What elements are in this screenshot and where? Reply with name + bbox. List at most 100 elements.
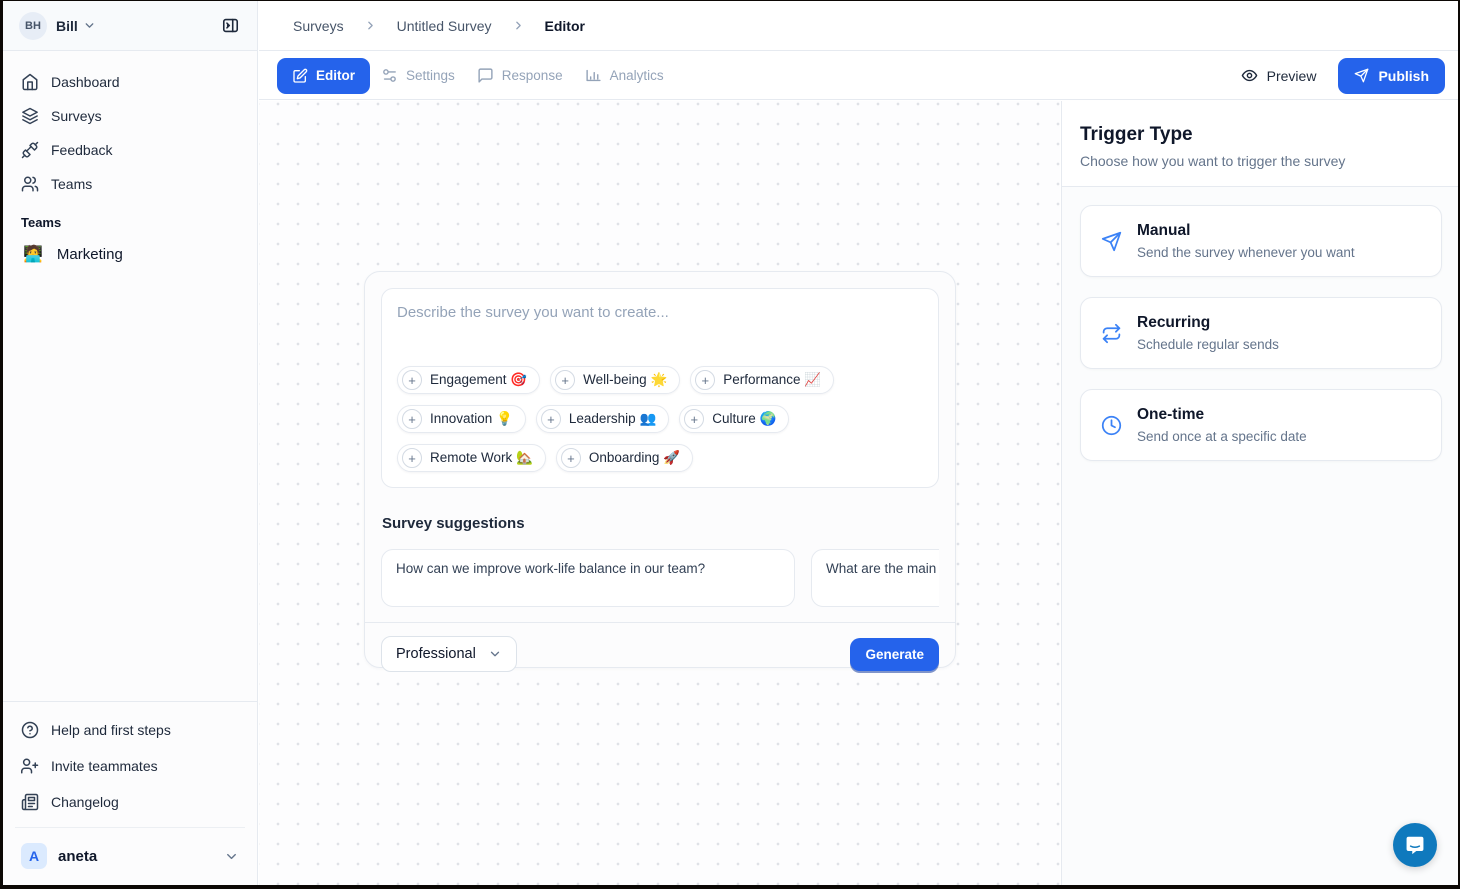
topic-chip-performance[interactable]: + Performance 📈 <box>690 366 834 394</box>
topic-chip-innovation[interactable]: + Innovation 💡 <box>397 405 526 433</box>
publish-button[interactable]: Publish <box>1338 58 1445 94</box>
breadcrumb: Surveys Untitled Survey Editor <box>259 1 1458 51</box>
plus-icon: + <box>684 409 704 429</box>
divider <box>15 827 245 828</box>
plus-icon: + <box>402 370 422 390</box>
chip-emoji: 🏡 <box>516 450 533 465</box>
panel-title: Trigger Type <box>1080 124 1440 146</box>
send-icon <box>1101 231 1122 252</box>
trigger-options: Manual Send the survey whenever you want… <box>1062 187 1458 461</box>
option-title: Recurring <box>1137 314 1279 332</box>
option-description: Schedule regular sends <box>1137 337 1279 352</box>
tone-value: Professional <box>396 646 476 662</box>
topic-chip-leadership[interactable]: + Leadership 👥 <box>536 405 669 433</box>
trigger-option-recurring[interactable]: Recurring Schedule regular sends <box>1080 297 1442 369</box>
tab-label: Analytics <box>610 68 664 83</box>
chat-launcher-button[interactable] <box>1393 823 1437 867</box>
tab-label: Editor <box>316 68 355 83</box>
chip-label: Onboarding <box>589 450 660 465</box>
topic-chip-engagement[interactable]: + Engagement 🎯 <box>397 366 540 394</box>
app-window: BH Bill Dashboard Surveys Feedback <box>3 1 1458 885</box>
plus-icon: + <box>561 448 581 468</box>
unplug-icon <box>21 141 39 159</box>
option-title: Manual <box>1137 222 1355 240</box>
tab-label: Settings <box>406 68 455 83</box>
chip-emoji: 🌍 <box>760 411 777 426</box>
chevron-right-icon <box>364 19 377 32</box>
sidebar-item-teams[interactable]: Teams <box>13 167 247 201</box>
workspace-avatar: BH <box>19 12 47 40</box>
trigger-option-one-time[interactable]: One-time Send once at a specific date <box>1080 389 1442 461</box>
workspace-switcher[interactable]: BH Bill <box>3 1 257 51</box>
send-icon <box>1354 68 1369 83</box>
composer-footer: Professional Generate <box>365 622 955 672</box>
trigger-type-panel: Trigger Type Choose how you want to trig… <box>1061 101 1458 885</box>
topic-chip-remote-work[interactable]: + Remote Work 🏡 <box>397 444 546 472</box>
suggestion-card[interactable]: How can we improve work-life balance in … <box>381 549 795 607</box>
trigger-option-manual[interactable]: Manual Send the survey whenever you want <box>1080 205 1442 277</box>
breadcrumb-surveys[interactable]: Surveys <box>293 18 344 34</box>
user-plus-icon <box>21 757 39 775</box>
sidebar-footer: Help and first steps Invite teammates Ch… <box>3 701 257 885</box>
account-name: aneta <box>58 848 97 865</box>
tone-select[interactable]: Professional <box>381 636 517 672</box>
publish-label: Publish <box>1378 68 1429 84</box>
chip-label: Well-being <box>583 372 647 387</box>
chip-emoji: 👥 <box>639 411 656 426</box>
team-label: Marketing <box>57 246 123 263</box>
survey-description-input[interactable] <box>397 304 923 366</box>
suggestions-row: How can we improve work-life balance in … <box>381 549 939 607</box>
chip-emoji: 🎯 <box>510 372 527 387</box>
footer-item-label: Help and first steps <box>51 722 171 738</box>
topic-chips: + Engagement 🎯 + Well-being 🌟 + Performa… <box>397 366 923 472</box>
sidebar-item-invite[interactable]: Invite teammates <box>13 748 247 784</box>
sidebar-nav: Dashboard Surveys Feedback Teams <box>3 51 257 201</box>
account-menu[interactable]: A aneta <box>13 835 247 877</box>
chip-emoji: 📈 <box>804 372 821 387</box>
preview-button[interactable]: Preview <box>1233 61 1325 90</box>
generate-button[interactable]: Generate <box>850 638 939 671</box>
chip-label: Leadership <box>569 411 636 426</box>
sidebar-item-label: Feedback <box>51 142 112 158</box>
home-icon <box>21 73 39 91</box>
breadcrumb-untitled-survey[interactable]: Untitled Survey <box>397 18 492 34</box>
account-avatar: A <box>21 843 47 869</box>
chat-bubble-icon <box>1404 834 1426 856</box>
tab-editor[interactable]: Editor <box>277 58 370 94</box>
chevron-down-icon <box>83 19 96 32</box>
panel-subtitle: Choose how you want to trigger the surve… <box>1080 153 1440 169</box>
option-title: One-time <box>1137 406 1307 424</box>
team-emoji: 🧑‍💻 <box>23 244 43 264</box>
plus-icon: + <box>541 409 561 429</box>
plus-icon: + <box>695 370 715 390</box>
layers-icon <box>21 107 39 125</box>
chevron-down-icon <box>488 647 502 661</box>
topic-chip-culture[interactable]: + Culture 🌍 <box>679 405 789 433</box>
sidebar-item-feedback[interactable]: Feedback <box>13 133 247 167</box>
tab-analytics[interactable]: Analytics <box>574 58 675 94</box>
tab-settings[interactable]: Settings <box>370 58 466 94</box>
chevron-right-icon <box>512 19 525 32</box>
chip-emoji: 🌟 <box>650 372 667 387</box>
panel-toggle-icon[interactable] <box>215 11 245 41</box>
survey-composer-card: + Engagement 🎯 + Well-being 🌟 + Performa… <box>364 271 956 668</box>
tab-response[interactable]: Response <box>466 58 574 94</box>
sidebar-item-changelog[interactable]: Changelog <box>13 784 247 820</box>
topic-chip-onboarding[interactable]: + Onboarding 🚀 <box>556 444 693 472</box>
prompt-card: + Engagement 🎯 + Well-being 🌟 + Performa… <box>381 288 939 488</box>
sidebar-item-label: Teams <box>51 176 92 192</box>
sidebar-item-surveys[interactable]: Surveys <box>13 99 247 133</box>
plus-icon: + <box>555 370 575 390</box>
sidebar-item-marketing[interactable]: 🧑‍💻 Marketing <box>3 236 257 272</box>
sidebar-item-help[interactable]: Help and first steps <box>13 712 247 748</box>
suggestion-card[interactable]: What are the main ob <box>811 549 939 607</box>
suggestions-title: Survey suggestions <box>382 515 939 532</box>
repeat-icon <box>1101 323 1122 344</box>
sidebar-item-dashboard[interactable]: Dashboard <box>13 65 247 99</box>
preview-label: Preview <box>1267 68 1317 84</box>
sliders-icon <box>381 67 398 84</box>
chip-label: Culture <box>712 411 756 426</box>
tab-label: Response <box>502 68 563 83</box>
option-description: Send once at a specific date <box>1137 429 1307 444</box>
topic-chip-well-being[interactable]: + Well-being 🌟 <box>550 366 680 394</box>
